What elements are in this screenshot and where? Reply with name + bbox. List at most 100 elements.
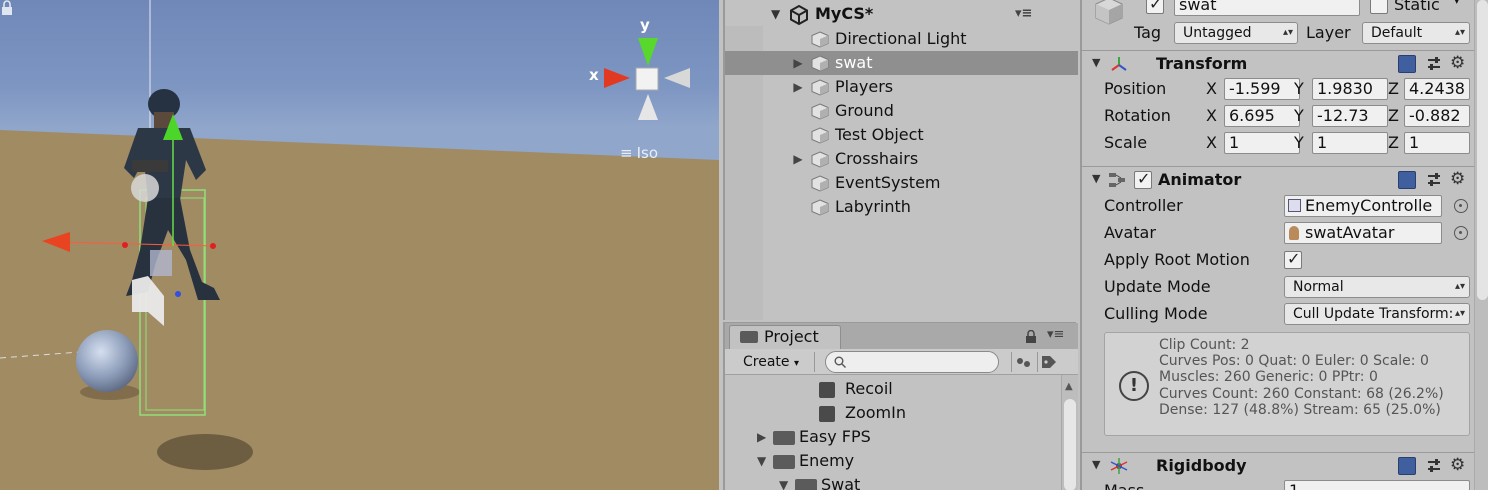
active-checkbox[interactable]: ✓	[1146, 0, 1164, 14]
hierarchy-item[interactable]: ▶ Players	[725, 75, 1078, 99]
layer-value: Default	[1371, 25, 1423, 41]
tab-project[interactable]: Project	[729, 325, 841, 349]
expand-arrow-icon[interactable]: ▶	[757, 425, 766, 449]
axis-z-label: Z	[1388, 133, 1399, 152]
hierarchy-item-label: swat	[835, 53, 873, 72]
checkmark-icon: ✓	[1287, 249, 1301, 268]
rotation-z-field[interactable]: -0.882	[1404, 105, 1470, 127]
update-mode-dropdown[interactable]: Normal ▴▾	[1284, 276, 1470, 298]
presets-icon[interactable]	[1426, 55, 1442, 73]
controller-field[interactable]: EnemyControlle	[1284, 195, 1442, 217]
transform-header[interactable]: ▼ Transform ⚙	[1082, 50, 1474, 76]
filter-by-label-button[interactable]	[1037, 352, 1059, 372]
scale-x-field[interactable]: 1	[1224, 132, 1300, 154]
project-scrollbar[interactable]: ▲	[1061, 375, 1078, 490]
scrollbar-thumb[interactable]	[1064, 399, 1076, 490]
hierarchy-item[interactable]: Test Object	[725, 123, 1078, 147]
hierarchy-item[interactable]: Directional Light	[725, 27, 1078, 51]
culling-mode-dropdown[interactable]: Cull Update Transform: ▴▾	[1284, 303, 1470, 325]
help-book-icon[interactable]	[1398, 55, 1416, 73]
object-picker-icon[interactable]	[1454, 226, 1468, 240]
object-name-field[interactable]: swat	[1174, 0, 1360, 16]
scene-name: MyCS*	[815, 4, 874, 23]
search-input[interactable]	[854, 353, 994, 371]
rotation-y-field[interactable]: -12.73	[1312, 105, 1388, 127]
culling-mode-value: Cull Update Transform:	[1293, 306, 1454, 322]
apply-root-motion-checkbox[interactable]: ✓	[1284, 249, 1302, 269]
tag-icon	[1042, 356, 1056, 368]
hierarchy-item-label: Crosshairs	[835, 149, 919, 168]
axis-x-label: X	[1206, 106, 1217, 125]
tab-project-label: Project	[764, 327, 819, 346]
filter-by-type-button[interactable]	[1011, 352, 1033, 372]
object-picker-icon[interactable]	[1454, 199, 1468, 213]
position-y-field[interactable]: 1.9830	[1312, 78, 1388, 100]
hierarchy-scene-root[interactable]: ▼ MyCS* ▾≡	[725, 2, 1078, 26]
hierarchy-item[interactable]: EventSystem	[725, 171, 1078, 195]
animator-header[interactable]: ▼ ✓ Animator ⚙	[1082, 166, 1474, 192]
presets-icon[interactable]	[1426, 457, 1442, 475]
animator-info-box: ! Clip Count: 2 Curves Pos: 0 Quat: 0 Eu…	[1104, 332, 1470, 436]
avatar-label: Avatar	[1104, 223, 1156, 242]
gear-icon[interactable]: ⚙	[1450, 455, 1465, 475]
hierarchy-item-label: EventSystem	[835, 173, 941, 192]
lock-icon[interactable]	[1025, 330, 1037, 343]
help-book-icon[interactable]	[1398, 171, 1416, 189]
layer-dropdown[interactable]: Default ▴▾	[1362, 22, 1470, 44]
animator-title: Animator	[1158, 170, 1242, 189]
inspector-scrollbar[interactable]	[1474, 0, 1488, 490]
info-line: Muscles: 260 Generic: 0 PPtr: 0	[1159, 369, 1378, 386]
avatar-field[interactable]: swatAvatar	[1284, 222, 1442, 244]
rotation-label: Rotation	[1104, 106, 1171, 125]
fold-arrow-icon[interactable]: ▼	[1092, 172, 1100, 185]
panel-menu-icon[interactable]: ▾≡	[1047, 327, 1064, 342]
info-line: Curves Count: 260 Constant: 68 (26.2%)	[1159, 385, 1444, 402]
hierarchy-item[interactable]: ▶ swat	[725, 51, 1078, 75]
fold-arrow-icon[interactable]: ▼	[1092, 458, 1100, 471]
checkmark-icon: ✓	[1149, 0, 1163, 13]
avatar-icon	[1289, 226, 1299, 240]
lock-icon[interactable]	[0, 0, 14, 16]
hierarchy-item[interactable]: Ground	[725, 99, 1078, 123]
static-checkbox[interactable]	[1370, 0, 1388, 14]
expand-arrow-icon[interactable]: ▶	[791, 147, 805, 171]
help-book-icon[interactable]	[1398, 457, 1416, 475]
hierarchy-item[interactable]: ▶ Crosshairs	[725, 147, 1078, 171]
menu-lines-icon: ≡	[620, 144, 633, 162]
static-dropdown-icon[interactable]: ▾	[1454, 0, 1460, 7]
expand-arrow-icon[interactable]: ▼	[757, 449, 766, 473]
scrollbar-thumb[interactable]	[1477, 0, 1488, 300]
presets-icon[interactable]	[1426, 171, 1442, 189]
scale-label: Scale	[1104, 133, 1148, 152]
axis-y-label: Y	[1294, 133, 1304, 152]
scale-z-field[interactable]: 1	[1404, 132, 1470, 154]
axis-y-label: Y	[1294, 79, 1304, 98]
rigidbody-header[interactable]: ▼ Rigidbody ⚙	[1082, 452, 1474, 478]
create-button[interactable]: Create ▾	[735, 352, 815, 372]
rotation-x-field[interactable]: 6.695	[1224, 105, 1300, 127]
tag-dropdown[interactable]: Untagged ▴▾	[1174, 22, 1298, 44]
mass-field[interactable]: 1	[1284, 480, 1470, 490]
fold-arrow-icon[interactable]: ▼	[1092, 56, 1100, 69]
project-panel: Project ▾≡ Create ▾ Recoil ZoomIn ▶ Easy FP…	[723, 322, 1078, 490]
scroll-up-icon[interactable]: ▲	[1065, 381, 1073, 392]
position-x-field[interactable]: -1.599	[1224, 78, 1300, 100]
hierarchy-item-label: Players	[835, 77, 894, 96]
gear-icon[interactable]: ⚙	[1450, 53, 1465, 73]
expand-arrow-icon[interactable]: ▼	[779, 473, 788, 490]
scene-canvas	[0, 0, 690, 470]
gear-icon[interactable]: ⚙	[1450, 169, 1465, 189]
position-z-field[interactable]: 4.2438	[1404, 78, 1470, 100]
expand-arrow-icon[interactable]: ▶	[791, 75, 805, 99]
hierarchy-item[interactable]: Labyrinth	[725, 195, 1078, 219]
search-field[interactable]	[825, 351, 999, 373]
projection-toggle[interactable]: ≡ Iso	[620, 144, 658, 162]
animator-enabled-checkbox[interactable]: ✓	[1134, 169, 1152, 189]
scene-menu-icon[interactable]: ▾≡	[1015, 2, 1032, 26]
expand-arrow-icon[interactable]: ▶	[791, 51, 805, 75]
expand-arrow-icon[interactable]: ▼	[771, 2, 780, 26]
scale-y-field[interactable]: 1	[1312, 132, 1388, 154]
scene-view[interactable]: y x ≡ Iso	[0, 0, 719, 490]
gameobject-cube-icon	[811, 55, 829, 72]
animator-icon	[1109, 173, 1125, 187]
